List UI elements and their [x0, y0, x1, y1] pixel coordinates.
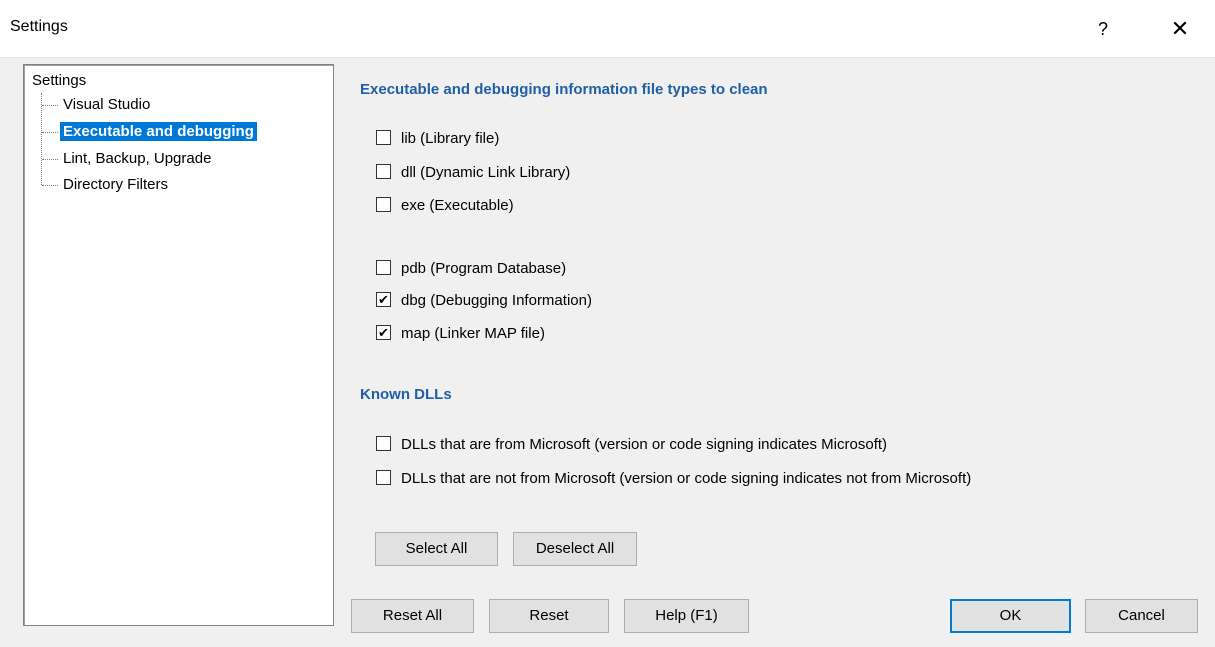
tree-item-label: Visual Studio: [63, 96, 151, 113]
checkbox-box[interactable]: [376, 435, 391, 451]
checkbox-label: dbg (Debugging Information): [401, 292, 592, 309]
checkbox-exe[interactable]: exe (Executable): [376, 194, 514, 218]
tree-root-settings[interactable]: Settings: [32, 72, 86, 89]
ok-button[interactable]: OK: [950, 599, 1071, 633]
window-title: Settings: [10, 18, 68, 35]
reset-button[interactable]: Reset: [489, 599, 609, 633]
checkbox-label: exe (Executable): [401, 197, 514, 214]
checkbox-box[interactable]: ✔: [376, 324, 391, 340]
checkbox-label: lib (Library file): [401, 130, 500, 147]
checkbox-dll[interactable]: dll (Dynamic Link Library): [376, 161, 570, 185]
select-all-button[interactable]: Select All: [375, 532, 498, 566]
help-button[interactable]: Help (F1): [624, 599, 749, 633]
tree-branch-line: [42, 184, 58, 186]
checkbox-label: DLLs that are from Microsoft (version or…: [401, 436, 888, 453]
checkbox-box[interactable]: [376, 129, 391, 145]
checkbox-label: DLLs that are not from Microsoft (versio…: [401, 470, 972, 487]
checkbox-box[interactable]: [376, 196, 391, 212]
tree-branch-line: [42, 131, 58, 133]
tree-item-label: Lint, Backup, Upgrade: [63, 150, 212, 167]
close-icon[interactable]: ✕: [1165, 14, 1195, 44]
checkbox-dbg[interactable]: ✔ dbg (Debugging Information): [376, 289, 592, 313]
checkbox-dlls-not-from-microsoft[interactable]: DLLs that are not from Microsoft (versio…: [376, 467, 971, 491]
checkbox-box[interactable]: [376, 259, 391, 275]
tree-item-directory-filters[interactable]: Directory Filters: [42, 173, 171, 197]
checkbox-map[interactable]: ✔ map (Linker MAP file): [376, 322, 545, 346]
checkbox-box[interactable]: ✔: [376, 291, 391, 307]
checkbox-label: dll (Dynamic Link Library): [401, 164, 571, 181]
checkbox-box[interactable]: [376, 469, 391, 485]
checkbox-dlls-from-microsoft[interactable]: DLLs that are from Microsoft (version or…: [376, 433, 887, 457]
help-icon[interactable]: ?: [1088, 14, 1118, 44]
tree-branch-line: [42, 104, 58, 106]
known-dlls-section-title: Known DLLs: [360, 386, 452, 403]
file-types-section-title: Executable and debugging information fil…: [360, 81, 768, 98]
tree-item-label: Directory Filters: [63, 176, 169, 193]
checkbox-lib[interactable]: lib (Library file): [376, 127, 499, 151]
checkbox-box[interactable]: [376, 163, 391, 179]
tree-branch-line: [42, 158, 58, 160]
title-bar: Settings ? ✕: [0, 0, 1215, 58]
checkbox-label: map (Linker MAP file): [401, 325, 545, 342]
tree-item-label: Executable and debugging: [60, 122, 257, 141]
tree-item-visual-studio[interactable]: Visual Studio: [42, 93, 153, 117]
checkbox-label: pdb (Program Database): [401, 260, 567, 277]
checkbox-pdb[interactable]: pdb (Program Database): [376, 257, 566, 281]
reset-all-button[interactable]: Reset All: [351, 599, 474, 633]
tree-item-lint-backup-upgrade[interactable]: Lint, Backup, Upgrade: [42, 147, 214, 171]
deselect-all-button[interactable]: Deselect All: [513, 532, 637, 566]
cancel-button[interactable]: Cancel: [1085, 599, 1198, 633]
tree-item-executable-debugging[interactable]: Executable and debugging: [42, 120, 257, 144]
settings-tree[interactable]: Settings Visual Studio Executable and de…: [23, 64, 334, 626]
